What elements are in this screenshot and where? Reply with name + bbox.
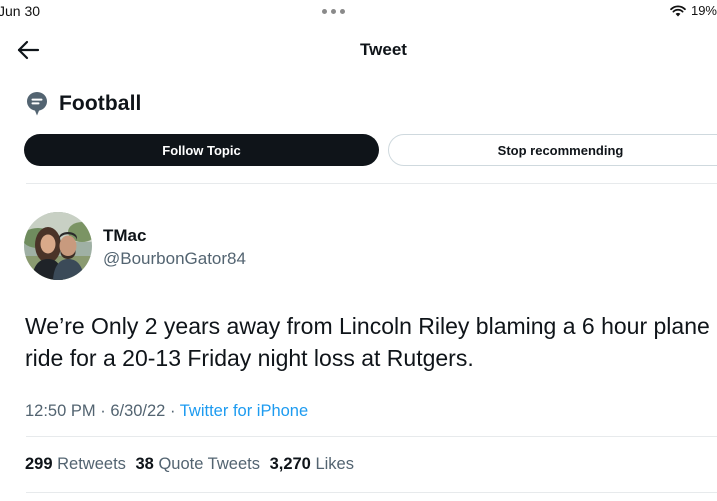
follow-topic-button[interactable]: Follow Topic bbox=[24, 134, 379, 166]
tweet-meta: 12:50 PM · 6/30/22 · Twitter for iPhone bbox=[25, 402, 308, 421]
battery-percent: 19% bbox=[690, 3, 717, 18]
page-title: Tweet bbox=[360, 40, 407, 59]
tweet-date[interactable]: 6/30/22 bbox=[110, 402, 165, 420]
tweet-time[interactable]: 12:50 PM bbox=[25, 402, 96, 420]
app-header: Tweet bbox=[0, 28, 717, 72]
retweets-label: Retweets bbox=[57, 455, 126, 473]
quote-tweets-stat[interactable]: 38 Quote Tweets bbox=[136, 455, 260, 473]
retweets-count: 299 bbox=[25, 455, 53, 473]
tweet-detail-screen: Jun 30 19% Tweet Football Follow Topic S… bbox=[0, 0, 717, 501]
retweets-stat[interactable]: 299 Retweets bbox=[25, 455, 126, 473]
likes-stat[interactable]: 3,270 Likes bbox=[270, 455, 354, 473]
likes-label: Likes bbox=[315, 455, 354, 473]
user-display-name[interactable]: TMac bbox=[103, 226, 146, 246]
topic-header: Football bbox=[26, 91, 141, 117]
stop-recommending-button[interactable]: Stop recommending bbox=[388, 134, 717, 166]
status-date: Jun 30 bbox=[0, 3, 41, 19]
divider bbox=[26, 436, 717, 437]
divider bbox=[26, 492, 717, 493]
tweet-source-link[interactable]: Twitter for iPhone bbox=[180, 402, 308, 420]
tweet-stats: 299 Retweets 38 Quote Tweets 3,270 Likes bbox=[25, 455, 359, 474]
user-handle[interactable]: @BourbonGator84 bbox=[103, 249, 246, 269]
quote-tweets-count: 38 bbox=[135, 455, 154, 473]
status-indicators: 19% bbox=[670, 3, 717, 18]
quote-tweets-label: Quote Tweets bbox=[158, 455, 260, 473]
likes-count: 3,270 bbox=[269, 455, 311, 473]
wifi-icon bbox=[670, 4, 686, 16]
multitasking-dots-icon[interactable] bbox=[322, 9, 345, 14]
meta-separator: · bbox=[169, 402, 176, 420]
divider bbox=[26, 183, 717, 184]
status-bar: Jun 30 19% bbox=[0, 0, 717, 22]
topic-title: Football bbox=[59, 92, 142, 115]
meta-separator: · bbox=[100, 402, 106, 420]
tweet-text: We’re Only 2 years away from Lincoln Ril… bbox=[25, 313, 710, 371]
topic-speech-bubble-icon bbox=[27, 92, 47, 116]
avatar[interactable] bbox=[24, 212, 92, 280]
